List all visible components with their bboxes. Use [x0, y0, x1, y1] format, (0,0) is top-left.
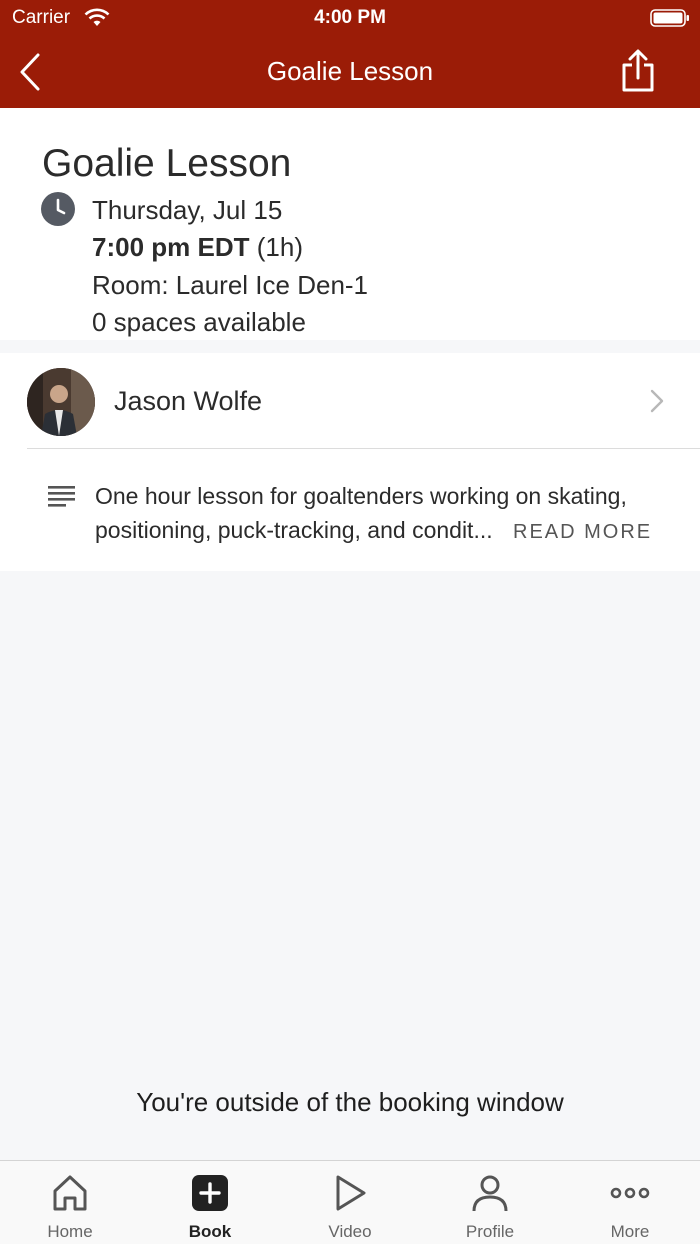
event-room: Room: Laurel Ice Den-1 — [92, 270, 369, 300]
tab-video-label: Video — [328, 1222, 372, 1241]
event-date: Thursday, Jul 15 — [92, 195, 283, 225]
tab-book[interactable]: Book — [140, 1161, 280, 1244]
more-icon — [610, 1187, 650, 1199]
plus-square-icon — [192, 1175, 228, 1211]
home-icon — [53, 1175, 87, 1211]
read-more-link[interactable]: READ MORE — [513, 521, 652, 543]
status-bar: Carrier 4:00 PM — [0, 0, 700, 36]
event-time-line: 7:00 pm EDT (1h) — [92, 232, 303, 263]
status-time: 4:00 PM — [314, 7, 386, 28]
tab-profile[interactable]: Profile — [420, 1161, 560, 1244]
tab-more-label: More — [610, 1222, 650, 1241]
page-title: Goalie Lesson — [42, 142, 292, 185]
chevron-right-icon — [650, 389, 664, 413]
event-time: 7:00 pm EDT — [92, 232, 250, 262]
instructor-card: Jason Wolfe One hour lesson for goaltend… — [0, 353, 700, 571]
tab-profile-label: Profile — [465, 1222, 515, 1241]
event-header-card: Goalie Lesson Thursday, Jul 15 7:00 pm E… — [0, 108, 700, 340]
booking-window-message: You're outside of the booking window — [136, 1087, 564, 1117]
play-icon — [336, 1175, 366, 1211]
share-button[interactable] — [618, 48, 658, 94]
tab-home-label: Home — [47, 1222, 93, 1241]
instructor-name: Jason Wolfe — [114, 386, 263, 416]
description-icon — [48, 486, 75, 507]
nav-bar: Goalie Lesson — [0, 36, 700, 108]
tab-more[interactable]: More — [560, 1161, 700, 1244]
clock-icon — [41, 192, 75, 226]
battery-icon — [650, 9, 689, 27]
person-icon — [472, 1175, 508, 1212]
avatar — [27, 368, 95, 436]
share-icon — [622, 49, 654, 92]
nav-title: Goalie Lesson — [266, 56, 434, 86]
tab-bar: Home Book Video Profile More — [0, 1160, 700, 1244]
tab-book-label: Book — [188, 1222, 232, 1241]
instructor-row[interactable]: Jason Wolfe — [0, 353, 700, 449]
tab-home[interactable]: Home — [0, 1161, 140, 1244]
avatar-image — [27, 368, 95, 436]
tab-video[interactable]: Video — [280, 1161, 420, 1244]
event-spaces: 0 spaces available — [92, 307, 306, 337]
event-duration: (1h) — [256, 232, 303, 262]
divider — [27, 448, 700, 449]
description-text: One hour lesson for goaltenders working … — [95, 479, 685, 549]
